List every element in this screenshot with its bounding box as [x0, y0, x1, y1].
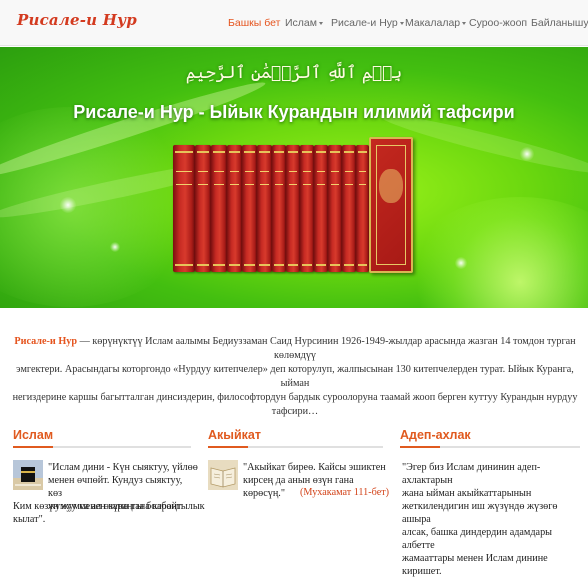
- book-spine: [211, 145, 227, 272]
- intro-line: тафсири…: [271, 406, 319, 417]
- book-thumbnail[interactable]: [208, 460, 238, 490]
- caret-down-icon: [462, 21, 467, 25]
- section-divider: [208, 446, 383, 448]
- navbar: Рисале-и Нур Башкы бет Ислам Рисале-и Ну…: [0, 0, 588, 46]
- nav-item-label: Байланышуу: [531, 17, 588, 29]
- sparkle: [60, 197, 76, 213]
- section-divider: [400, 446, 580, 448]
- nav-item-articles[interactable]: Макалалар: [405, 17, 467, 29]
- nav-item-qa[interactable]: Суроо-жооп: [469, 17, 527, 29]
- book-front-cover: [369, 137, 413, 273]
- sparkle: [520, 147, 534, 161]
- nav-item-label: Макалалар: [405, 17, 461, 29]
- intro-line: Рисале-и Нур — көрүнүктүү Ислам аалымы Б…: [14, 336, 576, 361]
- section-heading-islam[interactable]: Ислам: [13, 428, 53, 442]
- book-spine: [356, 145, 369, 272]
- book-spine: [286, 145, 300, 272]
- bismillah-calligraphy: بِسۡمِ ٱللَّهِ ٱلرَّحۡمَٰنِ ٱلرَّحِيمِ: [185, 63, 403, 83]
- quote-source: (Мухакамат 111-бет): [300, 487, 390, 498]
- book-spine: [227, 145, 242, 272]
- hero-title: Рисале-и Нур - Ыйык Курандын илимий тафс…: [73, 102, 515, 122]
- caret-down-icon: [318, 21, 323, 25]
- cover-emblem-icon: [379, 169, 403, 203]
- book-spine: [314, 145, 328, 272]
- nav-item-label: Ислам: [285, 17, 317, 29]
- quote-text: "Эгер биз Ислам дининин адеп-ахлактарын …: [402, 462, 558, 577]
- nav-item-risale[interactable]: Рисале-и Нур: [331, 17, 404, 29]
- kaaba-thumbnail[interactable]: [13, 460, 43, 490]
- section-divider: [13, 446, 191, 448]
- hero-glow: [400, 197, 588, 308]
- section-heading-truth[interactable]: Акыйкат: [208, 428, 261, 442]
- book-spine: [342, 145, 356, 272]
- book-spine: [272, 145, 286, 272]
- section-heading-ethics[interactable]: Адеп-ахлак: [400, 428, 471, 442]
- quote-text-continued: Ким көзүн жумса ал өзүнө гана караңгылык…: [13, 501, 205, 525]
- book-spine: [257, 145, 272, 272]
- book-spine: [300, 145, 314, 272]
- nav-item-contact[interactable]: Байланышуу: [531, 17, 588, 29]
- books-image: [173, 137, 413, 275]
- brand-logo[interactable]: Рисале-и Нур: [17, 11, 137, 29]
- book-spine: [328, 145, 342, 272]
- book-spine: [195, 145, 211, 272]
- book-spine: [173, 145, 195, 272]
- nav-item-home[interactable]: Башкы бет: [228, 17, 280, 29]
- nav-item-islam[interactable]: Ислам: [285, 17, 323, 29]
- intro-line: негиздерине каршы багытталган динсиздери…: [12, 392, 578, 403]
- nav-item-label: Башкы бет: [228, 17, 281, 29]
- intro-paragraph: Рисале-и Нур — көрүнүктүү Ислам аалымы Б…: [12, 335, 578, 419]
- hero-banner: بِسۡمِ ٱللَّهِ ٱلرَّحۡمَٰنِ ٱلرَّحِيمِ Р…: [0, 47, 588, 308]
- book-spine: [242, 145, 257, 272]
- sparkle: [455, 257, 467, 269]
- intro-lead-link[interactable]: Рисале-и Нур: [14, 336, 77, 347]
- nav-item-label: Рисале-и Нур: [331, 17, 398, 29]
- nav-item-label: Суроо-жооп: [469, 17, 528, 29]
- caret-down-icon: [399, 21, 404, 25]
- intro-line: эмгектери. Арасындагы которгондо «Нурдуу…: [16, 364, 574, 389]
- sparkle: [110, 242, 120, 252]
